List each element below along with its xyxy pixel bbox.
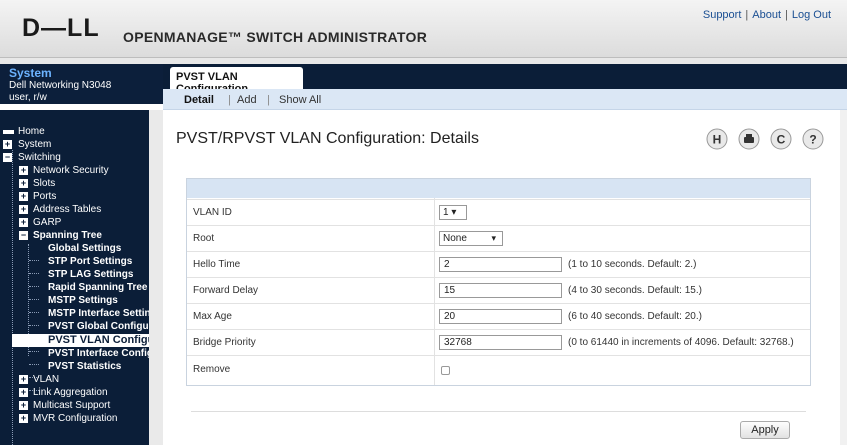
app-header: D—LL OPENMANAGE™ SWITCH ADMINISTRATOR Su… (0, 0, 847, 58)
system-title: System (9, 66, 52, 80)
nav-item-pvst-global-configuration[interactable]: PVST Global Configuration (48, 321, 162, 333)
home-icon (3, 130, 14, 134)
forward-delay-label: Forward Delay (193, 285, 259, 296)
about-link[interactable]: About (752, 9, 781, 21)
content-scrollbar[interactable] (840, 110, 847, 445)
nav-item-stp-lag-settings[interactable]: STP LAG Settings (48, 269, 133, 281)
bridge-priority-label: Bridge Priority (193, 337, 256, 348)
bridge-priority-input[interactable]: 32768 (439, 335, 562, 350)
tree-line (29, 312, 39, 313)
system-user: user, r/w (9, 92, 47, 103)
print-icon[interactable] (738, 128, 760, 150)
form-row-remove (187, 355, 810, 381)
form-row-vlan-id (187, 199, 810, 225)
nav-item-home[interactable]: Home (18, 126, 45, 138)
tab-pvst-vlan-configuration[interactable]: PVST VLAN Configuration (170, 67, 303, 95)
subtab-separator: | (267, 94, 270, 106)
refresh-icon[interactable]: C (770, 128, 792, 150)
remove-checkbox[interactable] (441, 366, 450, 375)
expand-plus-icon[interactable]: + (19, 179, 28, 188)
svg-text:?: ? (809, 133, 816, 147)
expand-plus-icon[interactable]: + (19, 205, 28, 214)
max-age-hint: (6 to 40 seconds. Default: 20.) (568, 311, 702, 322)
subtab-show-all[interactable]: Show All (279, 94, 321, 106)
nav-item-ports[interactable]: Ports (33, 191, 56, 203)
root-select-value: None (443, 233, 467, 244)
collapse-minus-icon[interactable]: − (19, 231, 28, 240)
nav-item-multicast-support[interactable]: Multicast Support (33, 400, 110, 412)
hello-time-label: Hello Time (193, 259, 241, 270)
system-model: Dell Networking N3048 (9, 80, 112, 91)
nav-item-vlan[interactable]: VLAN (33, 374, 59, 386)
expand-plus-icon[interactable]: + (3, 140, 12, 149)
expand-plus-icon[interactable]: + (19, 375, 28, 384)
nav-item-network-security[interactable]: Network Security (33, 165, 109, 177)
root-select[interactable]: None ▾ (439, 231, 503, 246)
nav-item-address-tables[interactable]: Address Tables (33, 204, 101, 216)
bridge-priority-hint: (0 to 61440 in increments of 4096. Defau… (568, 337, 794, 348)
tree-line (29, 286, 39, 287)
svg-text:C: C (777, 133, 786, 147)
max-age-input[interactable]: 20 (439, 309, 562, 324)
tree-line (29, 273, 39, 274)
remove-label: Remove (193, 364, 231, 375)
nav-item-slots[interactable]: Slots (33, 178, 55, 190)
dell-logo: D—LL (22, 14, 100, 42)
tree-line (29, 260, 39, 261)
max-age-label: Max Age (193, 311, 232, 322)
hello-time-hint: (1 to 10 seconds. Default: 2.) (568, 259, 697, 270)
nav-item-pvst-interface-configuration[interactable]: PVST Interface Configuration (48, 348, 162, 360)
expand-plus-icon[interactable]: + (19, 218, 28, 227)
nav-item-mstp-interface-settings[interactable]: MSTP Interface Settings (48, 308, 162, 320)
subtab-bar (163, 89, 847, 110)
nav-item-spanning-tree[interactable]: Spanning Tree (33, 230, 102, 242)
expand-plus-icon[interactable]: + (19, 388, 28, 397)
forward-delay-input[interactable]: 15 (439, 283, 562, 298)
nav-item-link-aggregation[interactable]: Link Aggregation (33, 387, 108, 399)
nav-item-stp-port-settings[interactable]: STP Port Settings (48, 256, 132, 268)
nav-item-pvst-statistics[interactable]: PVST Statistics (48, 361, 121, 373)
subtab-detail[interactable]: Detail (184, 94, 214, 106)
nav-item-garp[interactable]: GARP (33, 217, 61, 229)
nav-item-rapid-spanning-tree[interactable]: Rapid Spanning Tree (48, 282, 147, 294)
config-panel-header (187, 179, 810, 198)
nav-item-mstp-settings[interactable]: MSTP Settings (48, 295, 118, 307)
apply-button[interactable]: Apply (740, 421, 790, 439)
system-info: System Dell Networking N3048 user, r/w (0, 64, 163, 104)
svg-text:H: H (713, 133, 722, 147)
vlan-id-label: VLAN ID (193, 207, 232, 218)
root-label: Root (193, 233, 215, 244)
vlan-id-select[interactable]: 1 ▾ (439, 205, 467, 220)
form-divider (191, 411, 806, 412)
nav-tree: Home + System − Switching + Network Secu… (0, 110, 163, 445)
logout-link[interactable]: Log Out (792, 9, 831, 21)
tree-line (29, 325, 39, 326)
hello-time-input[interactable]: 2 (439, 257, 562, 272)
nav-item-pvst-vlan-configuration[interactable]: PVST VLAN Configuration (12, 334, 162, 347)
page-title: PVST/RPVST VLAN Configuration: Details (176, 130, 479, 147)
nav-item-switching[interactable]: Switching (18, 152, 61, 164)
help-h-icon[interactable]: H (706, 128, 728, 150)
tree-line (29, 351, 39, 352)
subtab-separator: | (228, 94, 231, 106)
tree-line (29, 299, 39, 300)
subtab-add[interactable]: Add (237, 94, 257, 106)
expand-plus-icon[interactable]: + (19, 166, 28, 175)
support-link[interactable]: Support (703, 9, 742, 21)
top-links: Support | About | Log Out (702, 9, 831, 21)
nav-item-system[interactable]: System (18, 139, 51, 151)
chevron-down-icon: ▾ (491, 233, 496, 243)
expand-plus-icon[interactable]: + (19, 192, 28, 201)
nav-item-mvr-configuration[interactable]: MVR Configuration (33, 413, 117, 425)
app-title: OPENMANAGE™ SWITCH ADMINISTRATOR (123, 29, 428, 45)
nav-scrollbar[interactable] (149, 110, 163, 445)
tree-line (12, 150, 13, 445)
collapse-minus-icon[interactable]: − (3, 153, 12, 162)
nav-item-global-settings[interactable]: Global Settings (48, 243, 121, 255)
forward-delay-hint: (4 to 30 seconds. Default: 15.) (568, 285, 702, 296)
expand-plus-icon[interactable]: + (19, 401, 28, 410)
question-icon[interactable]: ? (802, 128, 824, 150)
tree-line (29, 364, 39, 365)
expand-plus-icon[interactable]: + (19, 414, 28, 423)
